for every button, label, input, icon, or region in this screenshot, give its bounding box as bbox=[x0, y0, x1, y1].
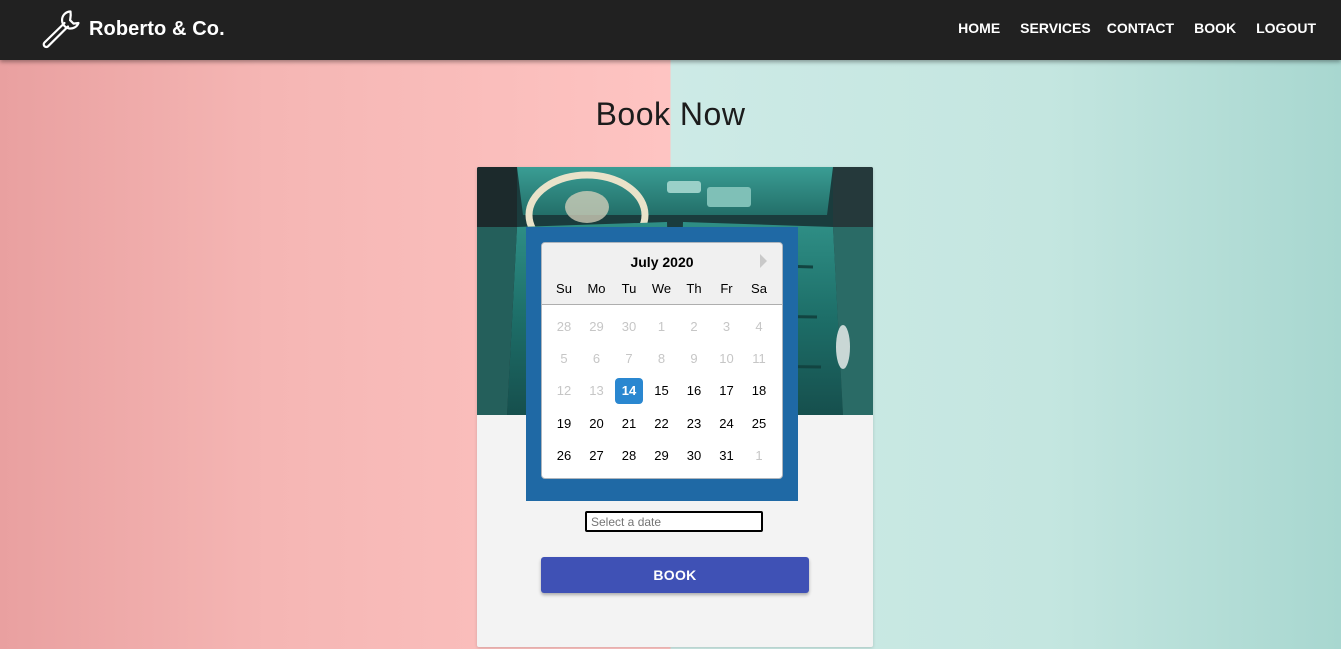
navbar: Roberto & Co. HOME SERVICES CONTACT BOOK… bbox=[0, 0, 1341, 60]
nav-link-services[interactable]: SERVICES bbox=[1020, 20, 1091, 36]
calendar-day[interactable]: 20 bbox=[583, 411, 611, 437]
calendar-day[interactable]: 7 bbox=[615, 346, 643, 372]
calendar-day[interactable]: 12 bbox=[550, 378, 578, 404]
calendar-day[interactable]: 17 bbox=[713, 378, 741, 404]
calendar-day[interactable]: 27 bbox=[583, 443, 611, 469]
weekday-label: Su bbox=[556, 281, 572, 296]
calendar-day[interactable]: 19 bbox=[550, 411, 578, 437]
nav-link-logout[interactable]: LOGOUT bbox=[1256, 20, 1316, 36]
calendar-day[interactable]: 26 bbox=[550, 443, 578, 469]
calendar-day[interactable]: 9 bbox=[680, 346, 708, 372]
nav-link-book[interactable]: BOOK bbox=[1194, 20, 1236, 36]
calendar-day[interactable]: 2 bbox=[680, 314, 708, 340]
brand[interactable]: Roberto & Co. bbox=[40, 8, 225, 50]
weekday-label: We bbox=[651, 281, 672, 296]
calendar-day[interactable]: 16 bbox=[680, 378, 708, 404]
book-button[interactable]: BOOK bbox=[541, 557, 809, 593]
calendar-day[interactable]: 22 bbox=[648, 411, 676, 437]
month-label: July 2020 bbox=[630, 254, 694, 270]
calendar-day[interactable]: 29 bbox=[648, 443, 676, 469]
calendar-day[interactable]: 29 bbox=[583, 314, 611, 340]
calendar-day[interactable]: 11 bbox=[745, 346, 773, 372]
datepicker-popup: July 2020 Su Mo Tu We Th Fr Sa 28 29 30 1 2 3… bbox=[526, 227, 798, 501]
calendar-day[interactable]: 28 bbox=[550, 314, 578, 340]
calendar-day[interactable]: 18 bbox=[745, 378, 773, 404]
nav-links: HOME SERVICES CONTACT BOOK LOGOUT bbox=[958, 0, 1316, 55]
nav-link-home[interactable]: HOME bbox=[958, 20, 1000, 36]
calendar: July 2020 Su Mo Tu We Th Fr Sa 28 29 30 1 2 3… bbox=[541, 242, 783, 479]
calendar-day[interactable]: 23 bbox=[680, 411, 708, 437]
weekday-label: Th bbox=[686, 281, 702, 296]
calendar-day[interactable]: 13 bbox=[583, 378, 611, 404]
weekday-label: Mo bbox=[587, 281, 606, 296]
triangle-right-icon bbox=[759, 254, 767, 268]
calendar-day[interactable]: 10 bbox=[713, 346, 741, 372]
weekday-label: Fr bbox=[720, 281, 733, 296]
calendar-day[interactable]: 3 bbox=[713, 314, 741, 340]
calendar-day[interactable]: 24 bbox=[713, 411, 741, 437]
calendar-day[interactable]: 8 bbox=[648, 346, 676, 372]
wrench-icon bbox=[42, 10, 80, 49]
weekday-label: Sa bbox=[751, 281, 767, 296]
calendar-day[interactable]: 15 bbox=[648, 378, 676, 404]
calendar-day[interactable]: 30 bbox=[615, 314, 643, 340]
calendar-day[interactable]: 4 bbox=[745, 314, 773, 340]
calendar-day[interactable]: 28 bbox=[615, 443, 643, 469]
weekday-row: Su Mo Tu We Th Fr Sa bbox=[548, 281, 778, 297]
date-input[interactable] bbox=[585, 511, 763, 532]
page-title: Book Now bbox=[595, 96, 746, 132]
calendar-day[interactable]: 1 bbox=[745, 443, 773, 469]
calendar-day[interactable]: 14 bbox=[615, 378, 643, 405]
nav-link-contact[interactable]: CONTACT bbox=[1107, 20, 1174, 36]
brand-name: Roberto & Co. bbox=[89, 17, 225, 40]
weekday-label: Tu bbox=[621, 281, 637, 296]
calendar-header: July 2020 Su Mo Tu We Th Fr Sa bbox=[542, 243, 782, 305]
calendar-day[interactable]: 31 bbox=[713, 443, 741, 469]
calendar-day[interactable]: 21 bbox=[615, 411, 643, 437]
calendar-day[interactable]: 1 bbox=[648, 314, 676, 340]
calendar-day[interactable]: 25 bbox=[745, 411, 773, 437]
calendar-day[interactable]: 6 bbox=[583, 346, 611, 372]
next-month-button[interactable] bbox=[757, 253, 769, 269]
calendar-day[interactable]: 5 bbox=[550, 346, 578, 372]
calendar-day[interactable]: 30 bbox=[680, 443, 708, 469]
